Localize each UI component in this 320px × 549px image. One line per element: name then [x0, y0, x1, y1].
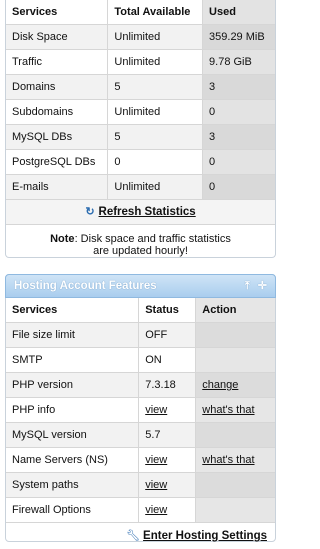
- feature-status: 7.3.18: [138, 372, 196, 398]
- header-used: Used: [202, 0, 275, 25]
- table-header-row: Services Status Action: [6, 298, 275, 323]
- table-row: SMTP ON: [6, 347, 275, 373]
- feature-action: [195, 422, 275, 448]
- table-row: PHP info view what's that: [6, 397, 275, 423]
- table-row: PostgreSQL DBs 0 0: [6, 149, 275, 175]
- panel-header: Hosting Account Features ⤒ ✛: [5, 274, 276, 298]
- refresh-row: ↻ Refresh Statistics: [6, 200, 275, 225]
- service-name: Disk Space: [6, 24, 108, 50]
- statistics-panel: Services Total Available Used Disk Space…: [5, 0, 276, 258]
- header-icons: ⤒ ✛: [237, 275, 267, 297]
- statistics-table: Services Total Available Used Disk Space…: [6, 0, 275, 200]
- service-name: MySQL DBs: [6, 124, 108, 150]
- total-value: 5: [107, 74, 203, 100]
- view-firewall-options-link[interactable]: view: [145, 504, 167, 516]
- header-total-available: Total Available: [107, 0, 203, 25]
- total-value: Unlimited: [107, 49, 203, 75]
- total-value: 0: [107, 149, 203, 175]
- table-row: MySQL DBs 5 3: [6, 124, 275, 150]
- used-value: 9.78 GiB: [202, 49, 275, 75]
- feature-name: PHP version: [6, 372, 139, 398]
- header-services: Services: [6, 0, 108, 25]
- panel-title: Hosting Account Features: [14, 280, 157, 292]
- service-name: E-mails: [6, 174, 108, 200]
- feature-action: [195, 322, 275, 348]
- note-text-line2: are updated hourly!: [93, 245, 188, 257]
- feature-action: [195, 347, 275, 373]
- table-row: MySQL version 5.7: [6, 422, 275, 448]
- feature-action: [195, 472, 275, 498]
- used-value: 0: [202, 174, 275, 200]
- table-row: Subdomains Unlimited 0: [6, 99, 275, 125]
- feature-status: view: [138, 472, 196, 498]
- total-value: Unlimited: [107, 99, 203, 125]
- feature-status: OFF: [138, 322, 196, 348]
- feature-action: [195, 497, 275, 523]
- feature-name: PHP info: [6, 397, 139, 423]
- feature-status: view: [138, 497, 196, 523]
- total-value: 5: [107, 124, 203, 150]
- pin-icon[interactable]: ⤒: [245, 280, 250, 292]
- table-row: PHP version 7.3.18 change: [6, 372, 275, 398]
- header-status: Status: [138, 298, 196, 323]
- view-php-info-link[interactable]: view: [145, 404, 167, 416]
- table-row: System paths view: [6, 472, 275, 498]
- feature-action: change: [195, 372, 275, 398]
- used-value: 3: [202, 124, 275, 150]
- table-row: Name Servers (NS) view what's that: [6, 447, 275, 473]
- feature-action: what's that: [195, 397, 275, 423]
- total-value: Unlimited: [107, 24, 203, 50]
- statistics-note: Note: Disk space and traffic statistics …: [6, 225, 275, 257]
- service-name: Traffic: [6, 49, 108, 75]
- feature-status: view: [138, 397, 196, 423]
- feature-status: 5.7: [138, 422, 196, 448]
- table-header-row: Services Total Available Used: [6, 0, 275, 25]
- header-services: Services: [6, 298, 139, 323]
- feature-name: MySQL version: [6, 422, 139, 448]
- note-text-line1: : Disk space and traffic statistics: [74, 233, 231, 245]
- enter-hosting-settings-link[interactable]: Enter Hosting Settings: [143, 530, 267, 542]
- table-row: Domains 5 3: [6, 74, 275, 100]
- service-name: PostgreSQL DBs: [6, 149, 108, 175]
- features-table: Services Status Action File size limit O…: [6, 298, 275, 523]
- refresh-statistics-link[interactable]: Refresh Statistics: [99, 206, 196, 218]
- feature-action: what's that: [195, 447, 275, 473]
- used-value: 0: [202, 149, 275, 175]
- feature-status: ON: [138, 347, 196, 373]
- total-value: Unlimited: [107, 174, 203, 200]
- table-row: Traffic Unlimited 9.78 GiB: [6, 49, 275, 75]
- feature-name: System paths: [6, 472, 139, 498]
- note-label: Note: [50, 233, 75, 245]
- table-row: Firewall Options view: [6, 497, 275, 523]
- used-value: 359.29 MiB: [202, 24, 275, 50]
- header-action: Action: [195, 298, 275, 323]
- used-value: 3: [202, 74, 275, 100]
- feature-name: File size limit: [6, 322, 139, 348]
- feature-name: SMTP: [6, 347, 139, 373]
- view-system-paths-link[interactable]: view: [145, 479, 167, 491]
- service-name: Domains: [6, 74, 108, 100]
- hosting-features-panel: Hosting Account Features ⤒ ✛ Services Sta…: [5, 274, 276, 542]
- change-php-version-link[interactable]: change: [202, 379, 238, 391]
- move-icon[interactable]: ✛: [258, 280, 267, 292]
- feature-name: Firewall Options: [6, 497, 139, 523]
- feature-name: Name Servers (NS): [6, 447, 139, 473]
- used-value: 0: [202, 99, 275, 125]
- feature-status: view: [138, 447, 196, 473]
- view-name-servers-link[interactable]: view: [145, 454, 167, 466]
- table-row: E-mails Unlimited 0: [6, 174, 275, 200]
- whats-that-name-servers-link[interactable]: what's that: [202, 454, 254, 466]
- service-name: Subdomains: [6, 99, 108, 125]
- refresh-icon[interactable]: ↻: [85, 200, 94, 224]
- whats-that-php-info-link[interactable]: what's that: [202, 404, 254, 416]
- enter-settings-row: 🔧︎ Enter Hosting Settings: [6, 523, 275, 549]
- table-row: Disk Space Unlimited 359.29 MiB: [6, 24, 275, 50]
- wrench-icon[interactable]: 🔧︎: [126, 530, 140, 542]
- table-row: File size limit OFF: [6, 322, 275, 348]
